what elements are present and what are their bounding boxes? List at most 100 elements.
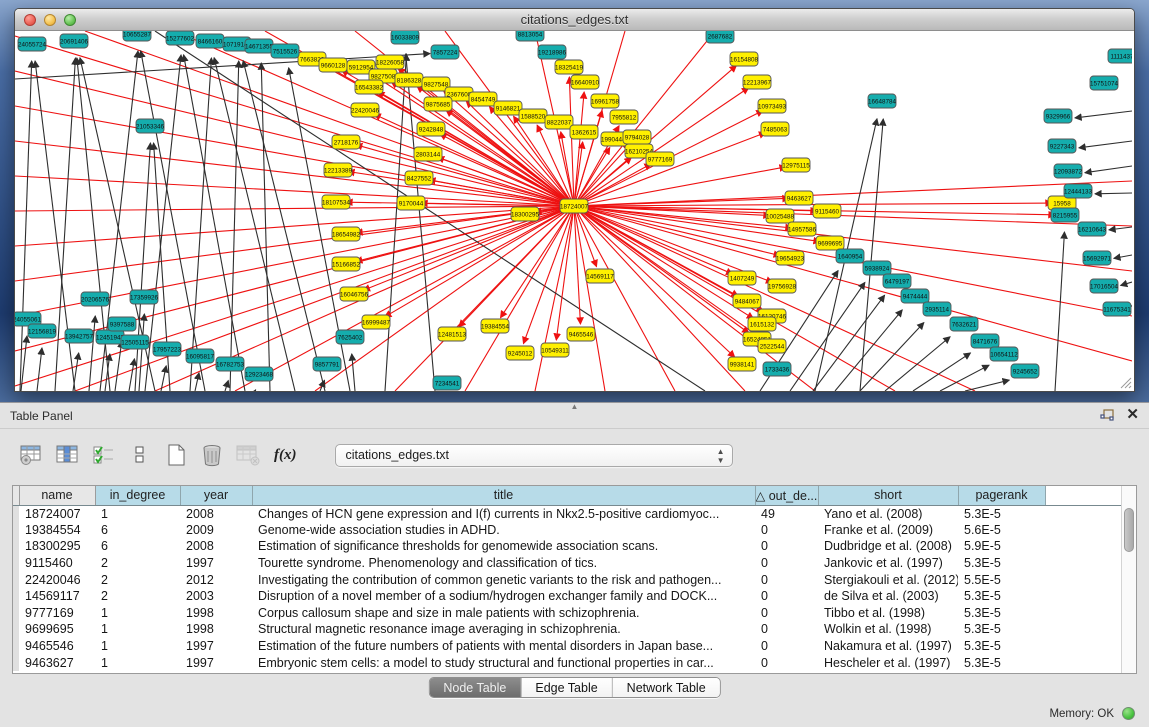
table-cell[interactable]: 9115460 (19, 555, 95, 572)
graph-node[interactable]: 9146821 (494, 101, 522, 115)
table-cell[interactable]: Tibbo et al. (1998) (818, 605, 958, 622)
graph-node[interactable]: 7515526 (271, 44, 299, 58)
select-columns-icon[interactable] (90, 442, 118, 468)
table-cell[interactable]: 1 (95, 605, 180, 622)
graph-node[interactable]: 1362615 (570, 125, 598, 139)
graph-node[interactable]: 22420046 (351, 103, 380, 117)
table-cell[interactable]: 1 (95, 638, 180, 655)
table-cell[interactable]: Investigating the contribution of common… (252, 571, 755, 588)
table-scrollbar[interactable] (1121, 486, 1136, 673)
graph-node[interactable]: 8822037 (545, 115, 573, 129)
graph-node[interactable]: 10654112 (990, 347, 1018, 361)
table-cell[interactable]: 5.3E-5 (958, 588, 1045, 605)
graph-node[interactable]: 16640910 (571, 75, 600, 89)
table-cell[interactable]: Stergiakouli et al. (2012) (818, 571, 958, 588)
column-header-out_de[interactable]: △ out_de... (755, 486, 818, 505)
graph-node[interactable]: 9857791 (313, 357, 341, 371)
table-row[interactable]: 2242004622012Investigating the contribut… (13, 571, 1121, 588)
table-cell[interactable]: 5.3E-5 (958, 555, 1045, 572)
graph-node[interactable]: 15277602 (166, 31, 195, 45)
graph-node[interactable]: 24055724 (18, 37, 47, 51)
graph-node[interactable]: 16154808 (730, 52, 759, 66)
graph-node[interactable]: 8454749 (469, 92, 497, 106)
table-row[interactable]: 969969511998Structural magnetic resonanc… (13, 621, 1121, 638)
table-cell[interactable]: Corpus callosum shape and size in male p… (252, 605, 755, 622)
table-cell[interactable]: 2009 (180, 522, 252, 539)
graph-node[interactable]: 9484067 (733, 294, 761, 308)
table-cell[interactable]: 18300295 (19, 538, 95, 555)
table-cell[interactable]: Genome-wide association studies in ADHD. (252, 522, 755, 539)
table-cell[interactable]: 0 (755, 621, 818, 638)
table-panel-header[interactable]: ▲ Table Panel ✕ (0, 403, 1149, 429)
table-row[interactable]: 946554611997Estimation of the future num… (13, 638, 1121, 655)
graph-node[interactable]: 9115460 (813, 204, 841, 218)
table-cell[interactable]: 18724007 (19, 505, 95, 522)
graph-node[interactable]: 7632621 (950, 317, 978, 331)
table-cell[interactable]: 5.3E-5 (958, 654, 1045, 671)
table-cell[interactable]: 2 (95, 588, 180, 605)
table-cell[interactable]: 1997 (180, 555, 252, 572)
table-cell[interactable]: Tourette syndrome. Phenomenology and cla… (252, 555, 755, 572)
table-cell[interactable]: Changes of HCN gene expression and I(f) … (252, 505, 755, 522)
graph-node[interactable]: 8427552 (405, 171, 433, 185)
resize-grip-icon[interactable] (1118, 375, 1132, 389)
graph-node[interactable]: 9463627 (785, 191, 813, 205)
graph-node[interactable]: 8215955 (1051, 208, 1079, 222)
graph-node[interactable]: 17359926 (130, 290, 159, 304)
table-cell[interactable]: 0 (755, 638, 818, 655)
graph-node[interactable]: 15751074 (1090, 76, 1119, 90)
table-cell[interactable]: Dudbridge et al. (2008) (818, 538, 958, 555)
graph-node[interactable]: 18325419 (555, 60, 584, 74)
graph-node[interactable]: 16543382 (355, 80, 384, 94)
graph-node[interactable]: 14569117 (586, 269, 614, 283)
graph-node[interactable]: 17957223 (153, 342, 182, 356)
graph-node[interactable]: 21053346 (136, 119, 165, 133)
graph-node[interactable]: 5938924 (863, 261, 891, 275)
graph-node[interactable]: 10549311 (541, 343, 569, 357)
graph-node[interactable]: 8813054 (516, 31, 544, 41)
table-cell[interactable]: 1997 (180, 654, 252, 671)
function-builder-icon[interactable]: f(x) (274, 447, 297, 464)
import-table-icon[interactable] (234, 442, 262, 468)
graph-node[interactable]: 9242848 (417, 122, 445, 136)
graph-node[interactable]: 19756928 (768, 279, 797, 293)
row-height-icon[interactable] (126, 442, 154, 468)
graph-node[interactable]: 1407249 (728, 271, 756, 285)
graph-node[interactable]: 7234541 (433, 376, 461, 390)
table-cell[interactable]: 0 (755, 605, 818, 622)
graph-node[interactable]: 9699695 (816, 236, 844, 250)
new-table-icon[interactable] (162, 442, 190, 468)
table-scrollbar-thumb[interactable] (1124, 508, 1134, 552)
table-cell[interactable]: 2008 (180, 505, 252, 522)
graph-node[interactable]: 9397588 (108, 317, 136, 331)
table-row[interactable]: 911546021997Tourette syndrome. Phenomeno… (13, 555, 1121, 572)
table-row[interactable]: 1830029562008Estimation of significance … (13, 538, 1121, 555)
table-cell[interactable]: 6 (95, 538, 180, 555)
graph-node[interactable]: 12444133 (1064, 184, 1093, 198)
graph-node[interactable]: 12451947 (96, 330, 125, 344)
graph-node[interactable]: 16033809 (391, 31, 420, 44)
table-cell[interactable]: 2003 (180, 588, 252, 605)
column-header-title[interactable]: title (252, 486, 755, 505)
column-header-in_degree[interactable]: in_degree (95, 486, 180, 505)
graph-node[interactable]: 7485063 (761, 122, 789, 136)
table-cell[interactable]: 0 (755, 555, 818, 572)
table-cell[interactable]: 2008 (180, 538, 252, 555)
graph-node[interactable]: 16999487 (362, 315, 391, 329)
table-cell[interactable]: 1 (95, 654, 180, 671)
table-cell[interactable]: 0 (755, 522, 818, 539)
table-cell[interactable]: 1998 (180, 605, 252, 622)
graph-node[interactable]: 16648784 (868, 94, 897, 108)
graph-node[interactable]: 9474444 (901, 289, 929, 303)
table-cell[interactable]: Estimation of the future numbers of pati… (252, 638, 755, 655)
citation-network-graph[interactable]: 7663822966012859129541822605898275081654… (15, 31, 1132, 391)
table-cell[interactable]: 6 (95, 522, 180, 539)
table-cell[interactable]: 2 (95, 571, 180, 588)
table-cell[interactable]: 0 (755, 588, 818, 605)
graph-node[interactable]: 14671355 (245, 39, 274, 53)
graph-node[interactable]: 9465546 (567, 327, 595, 341)
graph-node[interactable]: 12975115 (782, 158, 810, 172)
graph-node[interactable]: 8466160 (196, 34, 224, 48)
graph-node[interactable]: 12213389 (324, 163, 353, 177)
graph-node[interactable]: 6479197 (883, 274, 911, 288)
